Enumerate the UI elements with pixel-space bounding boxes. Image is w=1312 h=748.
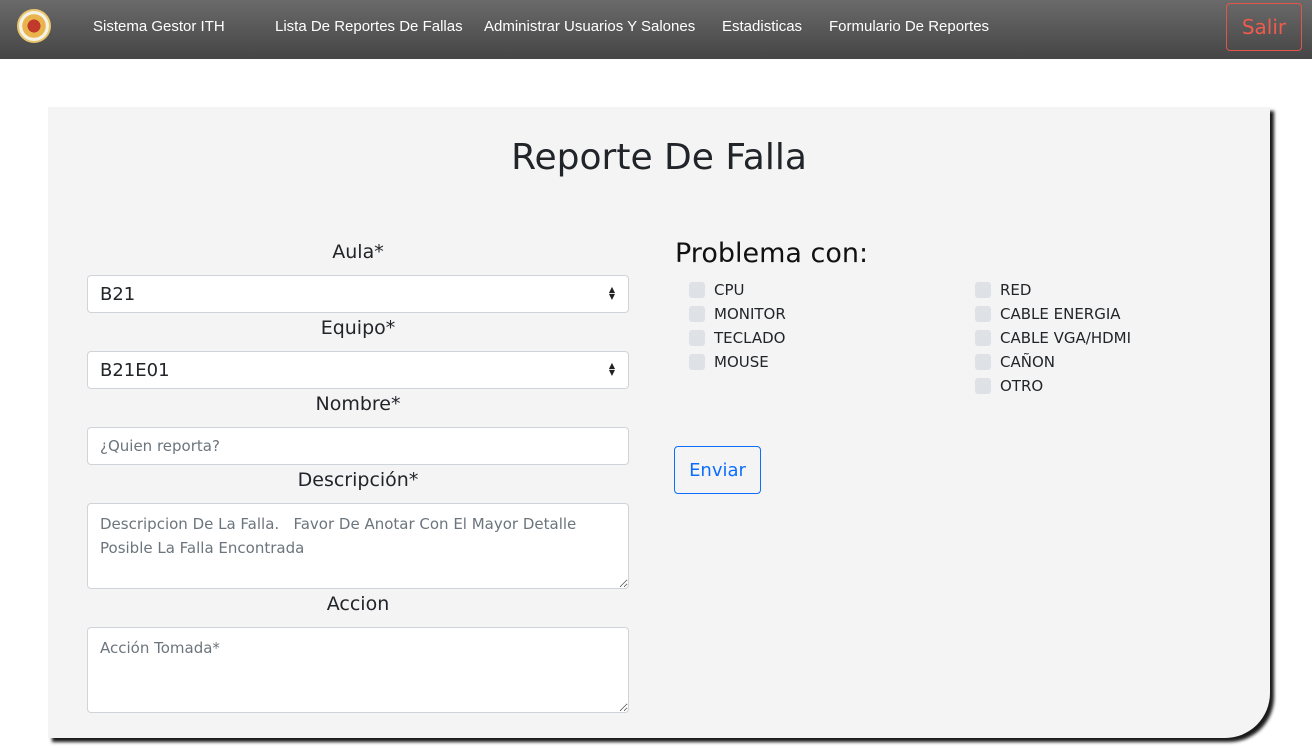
checkbox-monitor[interactable]: MONITOR (689, 305, 786, 323)
checkbox-box[interactable] (975, 282, 991, 298)
checkbox-box[interactable] (689, 330, 705, 346)
submit-button[interactable]: Enviar (674, 446, 761, 494)
accion-label: Accion (326, 593, 390, 615)
checkbox-box[interactable] (975, 330, 991, 346)
nombre-input[interactable] (87, 427, 629, 465)
select-arrows-icon: ▲ ▼ (608, 285, 616, 301)
descripcion-label: Descripción* (297, 469, 419, 491)
checkbox-canon[interactable]: CAÑON (975, 353, 1055, 371)
checkbox-box[interactable] (689, 306, 705, 322)
checkbox-cpu[interactable]: CPU (689, 281, 745, 299)
checkbox-mouse[interactable]: MOUSE (689, 353, 769, 371)
checkbox-box[interactable] (689, 354, 705, 370)
checkbox-teclado[interactable]: TECLADO (689, 329, 785, 347)
accion-textarea[interactable] (87, 627, 629, 713)
aula-select[interactable]: B21 ▲ ▼ (87, 275, 629, 313)
nav-brand[interactable]: Sistema Gestor ITH (93, 18, 225, 35)
checkbox-box[interactable] (975, 306, 991, 322)
checkbox-otro[interactable]: OTRO (975, 377, 1043, 395)
select-arrows-icon: ▲ ▼ (608, 361, 616, 377)
descripcion-textarea[interactable] (87, 503, 629, 589)
nav-link-lista-reportes[interactable]: Lista De Reportes De Fallas (275, 18, 463, 35)
checkbox-red[interactable]: RED (975, 281, 1031, 299)
checkbox-cable-energia[interactable]: CABLE ENERGIA (975, 305, 1121, 323)
equipo-value: B21E01 (100, 359, 170, 381)
nombre-label: Nombre* (315, 393, 401, 415)
logout-button[interactable]: Salir (1226, 3, 1302, 51)
checkbox-cable-vga-hdmi[interactable]: CABLE VGA/HDMI (975, 329, 1131, 347)
page-title: Reporte De Falla (511, 137, 807, 178)
problema-heading: Problema con: (675, 238, 869, 269)
top-navbar: Sistema Gestor ITH Lista De Reportes De … (0, 0, 1312, 59)
nav-link-administrar-usuarios[interactable]: Administrar Usuarios Y Salones (484, 18, 695, 35)
checkbox-box[interactable] (689, 282, 705, 298)
equipo-label: Equipo* (320, 317, 396, 339)
ith-logo-icon[interactable] (17, 9, 51, 43)
nav-link-estadisticas[interactable]: Estadisticas (722, 18, 802, 35)
nav-link-formulario-reportes[interactable]: Formulario De Reportes (829, 18, 989, 35)
report-form-card: Reporte De Falla Aula* B21 ▲ ▼ Equipo* B2… (48, 107, 1270, 738)
aula-value: B21 (100, 283, 136, 305)
aula-label: Aula* (332, 241, 384, 263)
equipo-select[interactable]: B21E01 ▲ ▼ (87, 351, 629, 389)
checkbox-box[interactable] (975, 378, 991, 394)
checkbox-box[interactable] (975, 354, 991, 370)
